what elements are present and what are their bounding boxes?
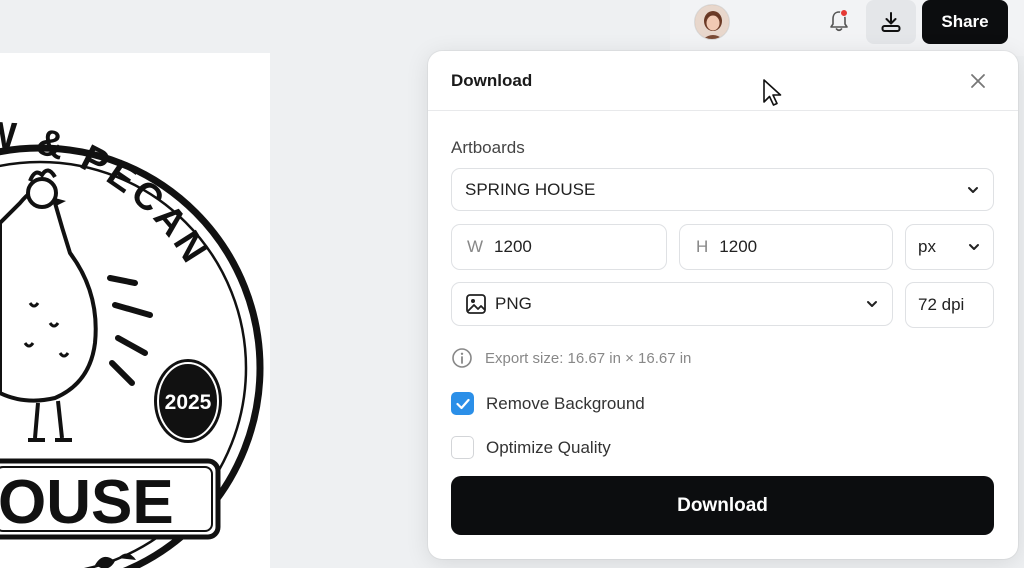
logo-artwork: 2025 W & PECAN OUSE bbox=[0, 114, 264, 568]
unit-select[interactable]: px bbox=[905, 224, 994, 270]
download-toolbar-button[interactable] bbox=[866, 0, 916, 44]
width-field[interactable]: W 1200 bbox=[451, 224, 667, 270]
remove-background-checkbox[interactable] bbox=[451, 392, 474, 415]
dialog-title: Download bbox=[451, 70, 533, 90]
close-button[interactable] bbox=[968, 71, 988, 91]
dpi-field[interactable]: 72 dpi bbox=[905, 282, 994, 328]
format-select[interactable]: PNG bbox=[451, 282, 893, 326]
chevron-down-icon bbox=[969, 244, 979, 250]
notification-dot bbox=[840, 9, 848, 17]
dialog-header: Download bbox=[428, 51, 1018, 111]
export-size-info: Export size: 16.67 in × 16.67 in bbox=[451, 347, 691, 369]
user-avatar[interactable] bbox=[694, 4, 730, 40]
height-field[interactable]: H 1200 bbox=[679, 224, 893, 270]
chevron-down-icon bbox=[867, 301, 877, 307]
width-value: 1200 bbox=[494, 237, 532, 256]
image-icon bbox=[466, 294, 486, 314]
optimize-quality-label: Optimize Quality bbox=[486, 437, 611, 457]
chevron-down-icon bbox=[968, 186, 978, 193]
optimize-quality-checkbox[interactable] bbox=[451, 436, 474, 459]
artboard-canvas[interactable]: 2025 W & PECAN OUSE bbox=[0, 53, 270, 568]
height-prefix: H bbox=[696, 237, 709, 256]
format-select-value: PNG bbox=[495, 294, 532, 313]
artboards-label: Artboards bbox=[451, 138, 525, 157]
notifications-button[interactable] bbox=[822, 4, 856, 38]
download-dialog: Download Artboards SPRING HOUSE W 1200 H… bbox=[428, 51, 1018, 559]
checkmark-icon bbox=[455, 398, 470, 409]
width-prefix: W bbox=[467, 237, 484, 256]
download-button[interactable]: Download bbox=[451, 476, 994, 535]
optimize-quality-option[interactable]: Optimize Quality bbox=[451, 436, 611, 459]
remove-background-label: Remove Background bbox=[486, 393, 645, 413]
share-button[interactable]: Share bbox=[922, 0, 1008, 44]
banner-text: OUSE bbox=[0, 468, 174, 537]
badge-year: 2025 bbox=[165, 391, 212, 414]
remove-background-option[interactable]: Remove Background bbox=[451, 392, 645, 415]
artboard-select-value: SPRING HOUSE bbox=[465, 179, 596, 199]
export-size-text: Export size: 16.67 in × 16.67 in bbox=[485, 349, 692, 367]
unit-select-value: px bbox=[918, 237, 936, 256]
info-icon bbox=[452, 348, 472, 368]
dpi-value: 72 dpi bbox=[918, 295, 965, 314]
height-value: 1200 bbox=[719, 237, 758, 256]
close-icon bbox=[971, 74, 985, 88]
mouse-cursor-icon bbox=[763, 79, 782, 106]
artboard-select[interactable]: SPRING HOUSE bbox=[451, 168, 994, 211]
download-icon bbox=[881, 12, 901, 32]
